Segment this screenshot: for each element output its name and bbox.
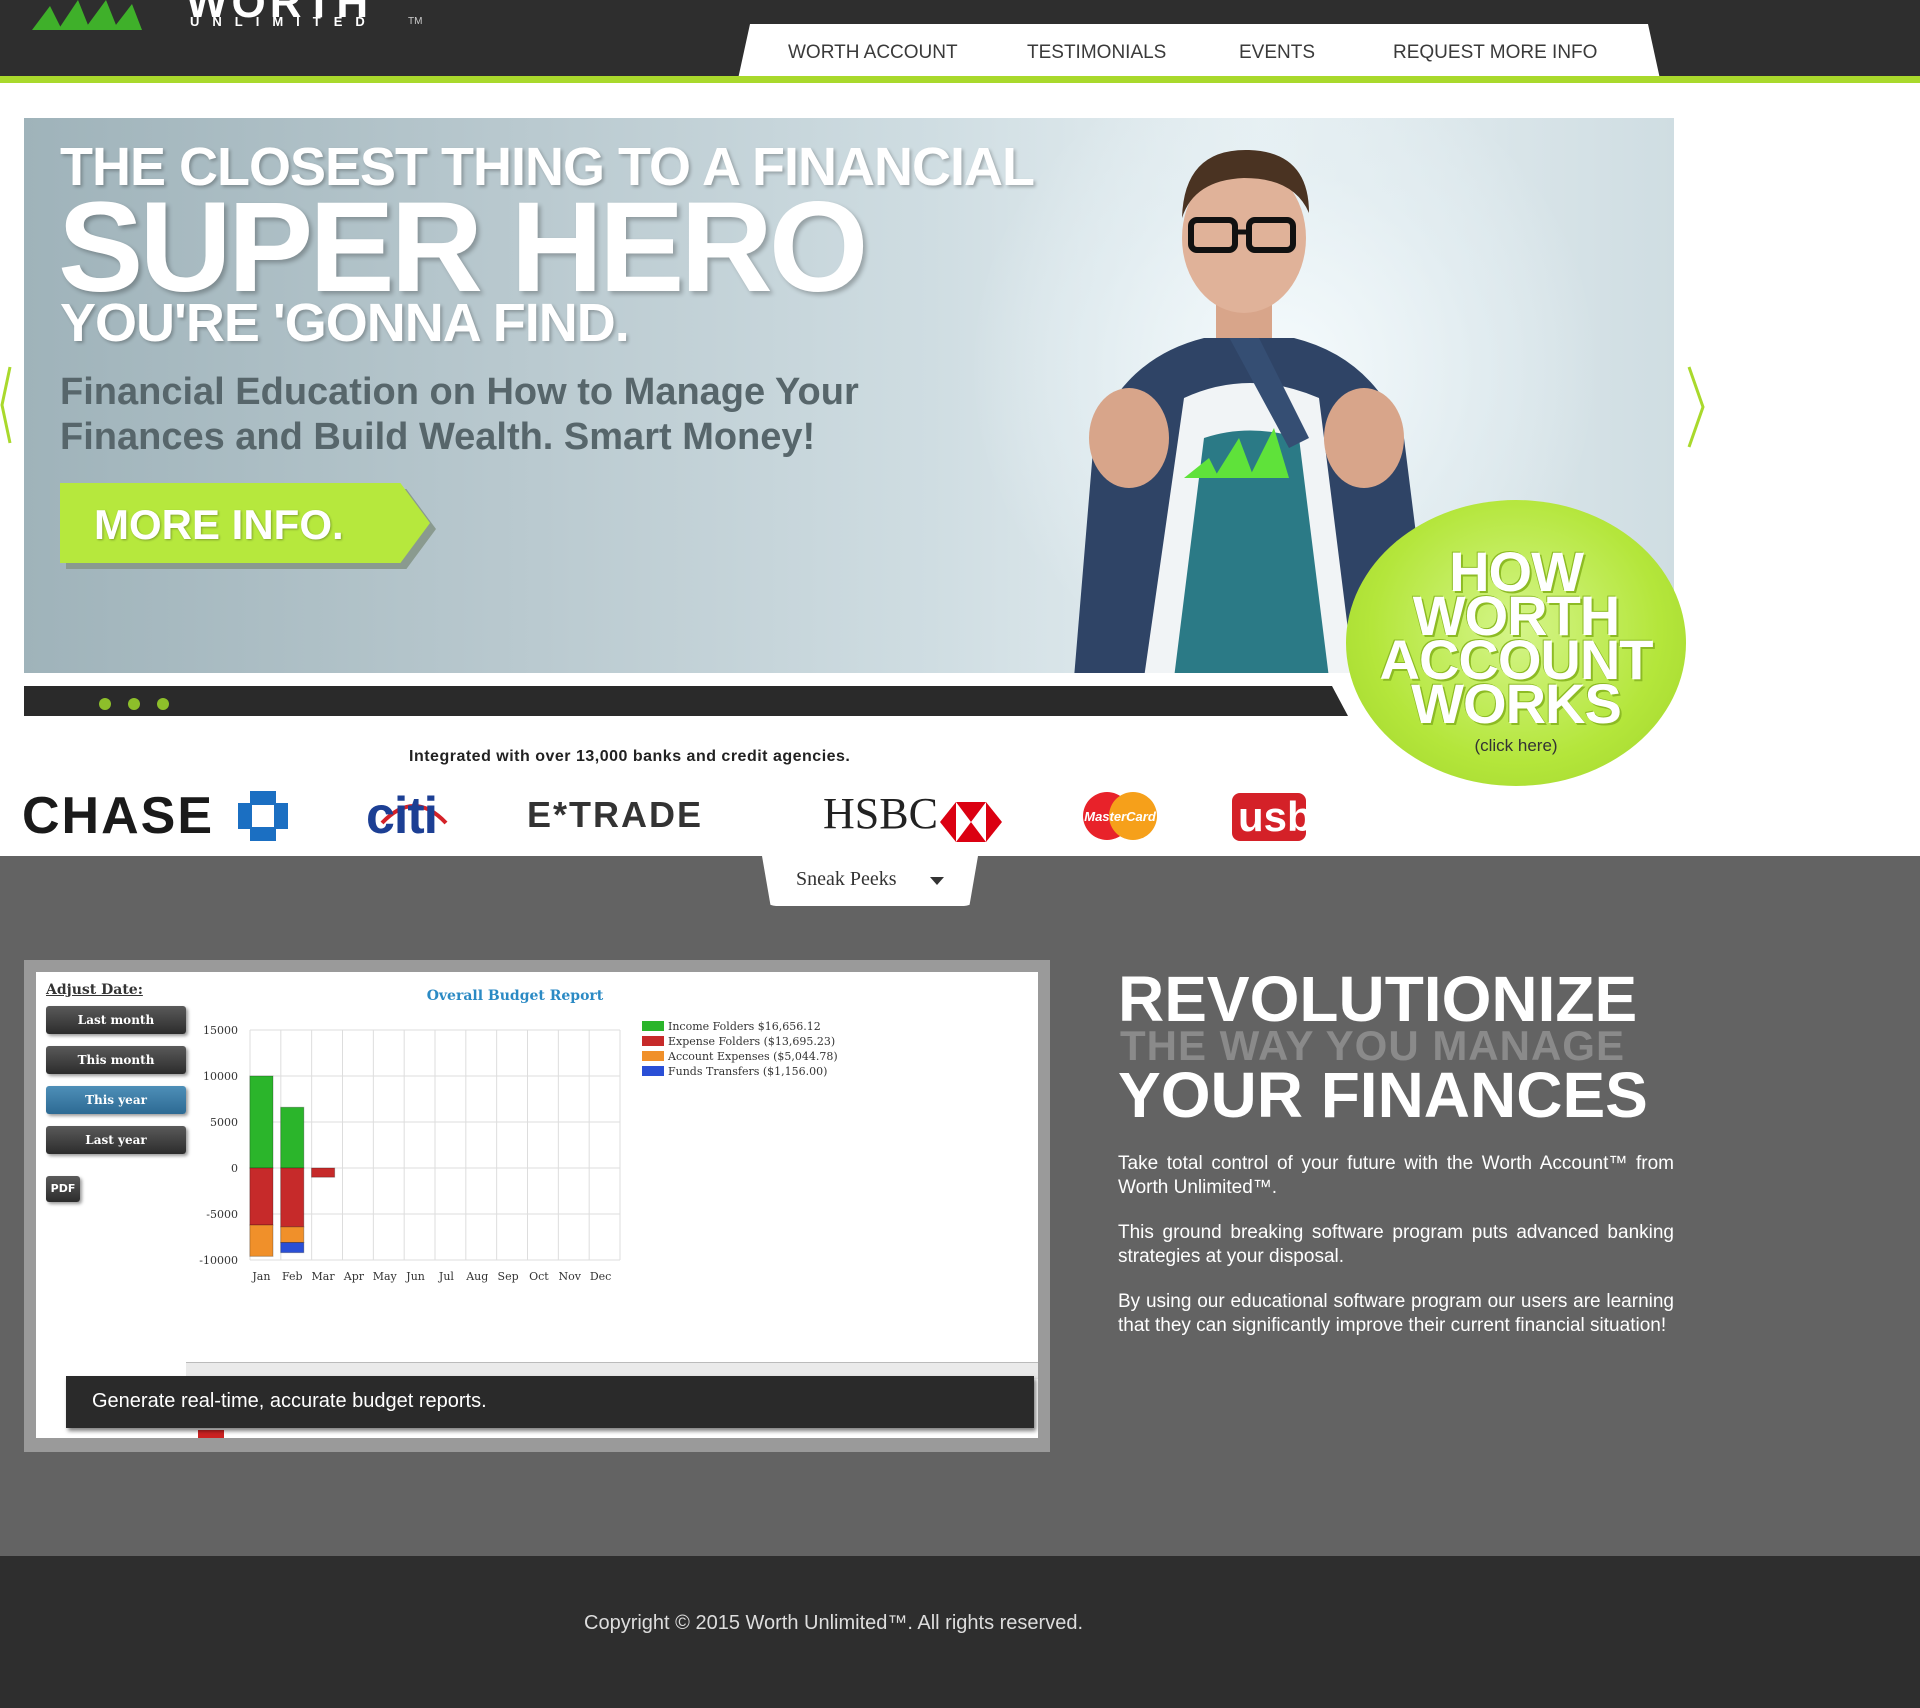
table-row-color-swatch xyxy=(198,1430,224,1438)
chart-x-tick-label: Jan xyxy=(251,1270,270,1283)
worth-logo-mark-icon xyxy=(32,0,142,30)
chart-y-tick-label: 0 xyxy=(231,1162,238,1175)
chart-y-tick-label: 5000 xyxy=(210,1116,238,1129)
budget-caption: Generate real-time, accurate budget repo… xyxy=(66,1376,1034,1428)
chart-bar xyxy=(280,1106,305,1169)
chart-bar xyxy=(249,1075,274,1169)
more-info-button[interactable]: MORE INFO. xyxy=(60,483,436,569)
slider-dot-3[interactable] xyxy=(157,698,169,710)
banks-heading: Integrated with over 13,000 banks and cr… xyxy=(409,748,851,765)
chart-y-tick-label: 10000 xyxy=(203,1070,238,1083)
nav-testimonials[interactable]: TESTIMONIALS xyxy=(1027,42,1166,64)
budget-report-panel: Adjust Date: Last month This month This … xyxy=(36,972,1038,1438)
us-bank-logo-text: usb xyxy=(1238,793,1313,840)
chart-legend-swatch xyxy=(642,1066,664,1076)
sneak-peeks-label: Sneak Peeks xyxy=(796,868,897,890)
mastercard-logo-icon: MasterCard xyxy=(1083,792,1157,840)
slider-dot-1[interactable] xyxy=(99,698,111,710)
caret-down-icon xyxy=(930,877,944,885)
copyright-text: Copyright © 2015 Worth Unlimited™. All r… xyxy=(584,1612,1084,1634)
sneak-peeks-tab[interactable]: Sneak Peeks xyxy=(762,856,978,906)
mastercard-logo-text: MasterCard xyxy=(1084,809,1157,824)
chart-x-tick-label: Jul xyxy=(438,1270,454,1283)
chart-bar xyxy=(280,1167,305,1228)
site-header: WORTH UNLIMITED TM WORTH ACCOUNT TESTIMO… xyxy=(0,0,1920,79)
slider-prev-arrow-icon[interactable] xyxy=(0,365,12,445)
hsbc-logo-text: HSBC xyxy=(823,789,938,838)
slider-dot-2[interactable] xyxy=(128,698,140,710)
chart-x-tick-label: Nov xyxy=(559,1270,582,1283)
chart-legend-swatch xyxy=(642,1021,664,1031)
intro-paragraph-2: This ground breaking software program pu… xyxy=(1118,1222,1674,1267)
click-here-label: (click here) xyxy=(1474,736,1558,755)
chart-bar xyxy=(249,1167,274,1226)
chart-legend-label: Income Folders $16,656.12 xyxy=(668,1020,821,1033)
slider-pagination-bar xyxy=(24,686,1348,716)
intro-paragraph-3: By using our educational software progra… xyxy=(1118,1291,1674,1336)
logo-subtitle: UNLIMITED xyxy=(190,14,378,29)
chart-legend-swatch xyxy=(642,1036,664,1046)
how-it-works-text: HOW WORTH ACCOUNT WORKS xyxy=(1346,544,1686,732)
hero-subtitle: Financial Education on How to Manage You… xyxy=(60,371,859,458)
etrade-logo-text: E*TRADE xyxy=(527,794,704,835)
nav-worth-account[interactable]: WORTH ACCOUNT xyxy=(788,42,958,64)
chart-x-tick-label: Mar xyxy=(312,1270,336,1283)
chart-bar xyxy=(249,1224,274,1257)
budget-report-screenshot: Adjust Date: Last month This month This … xyxy=(24,960,1050,1452)
intro-paragraph-1: Take total control of your future with t… xyxy=(1118,1153,1674,1198)
chart-x-tick-label: Apr xyxy=(343,1270,365,1283)
chase-octagon-icon xyxy=(238,791,288,841)
chart-bar xyxy=(280,1226,305,1244)
chart-y-tick-label: 15000 xyxy=(203,1024,238,1037)
hsbc-hexagon-icon xyxy=(940,802,1002,842)
chart-bar xyxy=(311,1167,336,1178)
chart-x-tick-label: Sep xyxy=(498,1270,519,1283)
chart-legend-label: Expense Folders ($13,695.23) xyxy=(668,1035,835,1048)
chart-title: Overall Budget Report xyxy=(427,988,604,1004)
slider-next-arrow-icon[interactable] xyxy=(1686,365,1706,449)
chart-x-tick-label: May xyxy=(373,1270,398,1283)
chart-x-tick-label: Feb xyxy=(282,1270,303,1283)
more-info-button-label: MORE INFO. xyxy=(94,501,344,548)
chart-y-tick-label: -5000 xyxy=(206,1208,238,1221)
your-finances-heading: YOUR FINANCES xyxy=(1118,1059,1648,1131)
chart-x-tick-label: Aug xyxy=(465,1270,488,1283)
us-bank-logo-icon: usb xyxy=(1232,793,1313,841)
chart-bar xyxy=(280,1242,305,1254)
chase-logo-text: CHASE xyxy=(22,787,215,845)
chart-x-tick-label: Jun xyxy=(405,1270,425,1283)
chart-x-tick-label: Dec xyxy=(590,1270,612,1283)
logo-trademark: TM xyxy=(408,16,423,27)
chart-legend-label: Funds Transfers ($1,156.00) xyxy=(668,1065,827,1078)
chart-legend-label: Account Expenses ($5,044.78) xyxy=(667,1050,838,1063)
chart-x-tick-label: Oct xyxy=(529,1270,549,1283)
budget-caption-text: Generate real-time, accurate budget repo… xyxy=(92,1390,487,1412)
citi-logo-text: citi xyxy=(366,787,438,845)
nav-events[interactable]: EVENTS xyxy=(1239,42,1315,64)
site-footer: Copyright © 2015 Worth Unlimited™. All r… xyxy=(0,1556,1920,1708)
budget-chart: Overall Budget Report 15000 10000 5000 0 -500… xyxy=(199,988,838,1283)
nav-request-more-info[interactable]: REQUEST MORE INFO xyxy=(1393,42,1597,64)
chart-y-tick-label: -10000 xyxy=(199,1254,238,1267)
chart-legend-swatch xyxy=(642,1051,664,1061)
how-worth-account-works-badge[interactable]: HOW WORTH ACCOUNT WORKS (click here) xyxy=(1346,500,1686,786)
logo[interactable]: WORTH UNLIMITED TM xyxy=(32,0,422,34)
header-accent-line xyxy=(0,76,1920,83)
hero-headline-line3: YOU'RE 'GONNA FIND. xyxy=(60,293,630,353)
main-nav: WORTH ACCOUNT TESTIMONIALS EVENTS REQUES… xyxy=(738,24,1660,79)
